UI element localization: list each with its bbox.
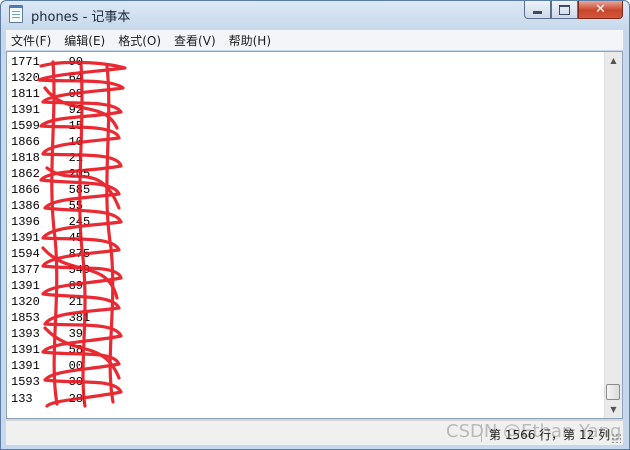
text-line: 1320 21 [11,295,84,309]
text-line: 1391 00 [11,359,84,373]
text-line: 1391 89 [11,279,84,293]
caption-buttons: ✕ [524,1,623,20]
notepad-window: phones - 记事本 ✕ 文件(F) 编辑(E) 格式(O) 查看(V) 帮… [0,0,630,450]
text-line: 1594 875 [11,247,91,261]
text-line: 1593 30 [11,375,84,389]
text-line: 1377 549 [11,263,91,277]
vertical-scrollbar[interactable]: ▲ ▼ [604,52,622,418]
title-bar[interactable]: phones - 记事本 ✕ [1,1,629,29]
text-line: 1386 55 [11,199,84,213]
text-editor[interactable]: 1771 90 1320 64 1811 08 1391 92 1599 15 1866 … [6,51,623,419]
menu-format[interactable]: 格式(O) [113,32,167,49]
text-line: 1818 21 [11,151,84,165]
menu-edit[interactable]: 编辑(E) [59,32,111,49]
menu-view[interactable]: 查看(V) [169,32,222,49]
text-line: 1320 64 [11,71,84,85]
scroll-up-icon[interactable]: ▲ [605,52,622,69]
scroll-down-icon[interactable]: ▼ [605,401,622,418]
close-button[interactable]: ✕ [578,1,623,19]
text-line: 133 28 [11,390,85,406]
text-line: 1866 10 [11,135,84,149]
text-line: 1853 381 [11,311,91,325]
close-icon: ✕ [595,2,606,17]
scroll-thumb[interactable] [606,384,620,400]
text-line: 1771 90 [11,55,84,69]
resize-grip-icon[interactable] [611,433,621,443]
text-content[interactable]: 1771 90 1320 64 1811 08 1391 92 1599 15 1866 … [11,54,606,416]
text-line: 1811 08 [11,87,84,101]
notepad-icon[interactable] [9,5,23,23]
cursor-position: 第 1566 行，第 12 列 [489,428,611,442]
window-title: phones - 记事本 [31,10,131,25]
text-line: 1391 45 [11,231,84,245]
maximize-button[interactable] [551,1,578,19]
text-line: 1599 15 [11,119,84,133]
text-line: 1866 585 [11,183,91,197]
text-caret [83,390,85,404]
text-line: 1396 245 [11,215,91,229]
maximize-icon [559,4,570,15]
menu-help[interactable]: 帮助(H) [224,32,277,49]
minimize-icon [533,11,542,14]
status-divider [481,424,482,442]
text-line: 1862 205 [11,167,91,181]
status-bar: CSDN @Ethan Yang 第 1566 行，第 12 列 [6,420,623,445]
menu-file[interactable]: 文件(F) [6,32,57,49]
text-line: 1393 39 [11,327,84,341]
menu-bar: 文件(F) 编辑(E) 格式(O) 查看(V) 帮助(H) [6,30,623,50]
minimize-button[interactable] [524,1,551,19]
text-line: 1391 92 [11,103,84,117]
text-line: 1391 58 [11,343,84,357]
